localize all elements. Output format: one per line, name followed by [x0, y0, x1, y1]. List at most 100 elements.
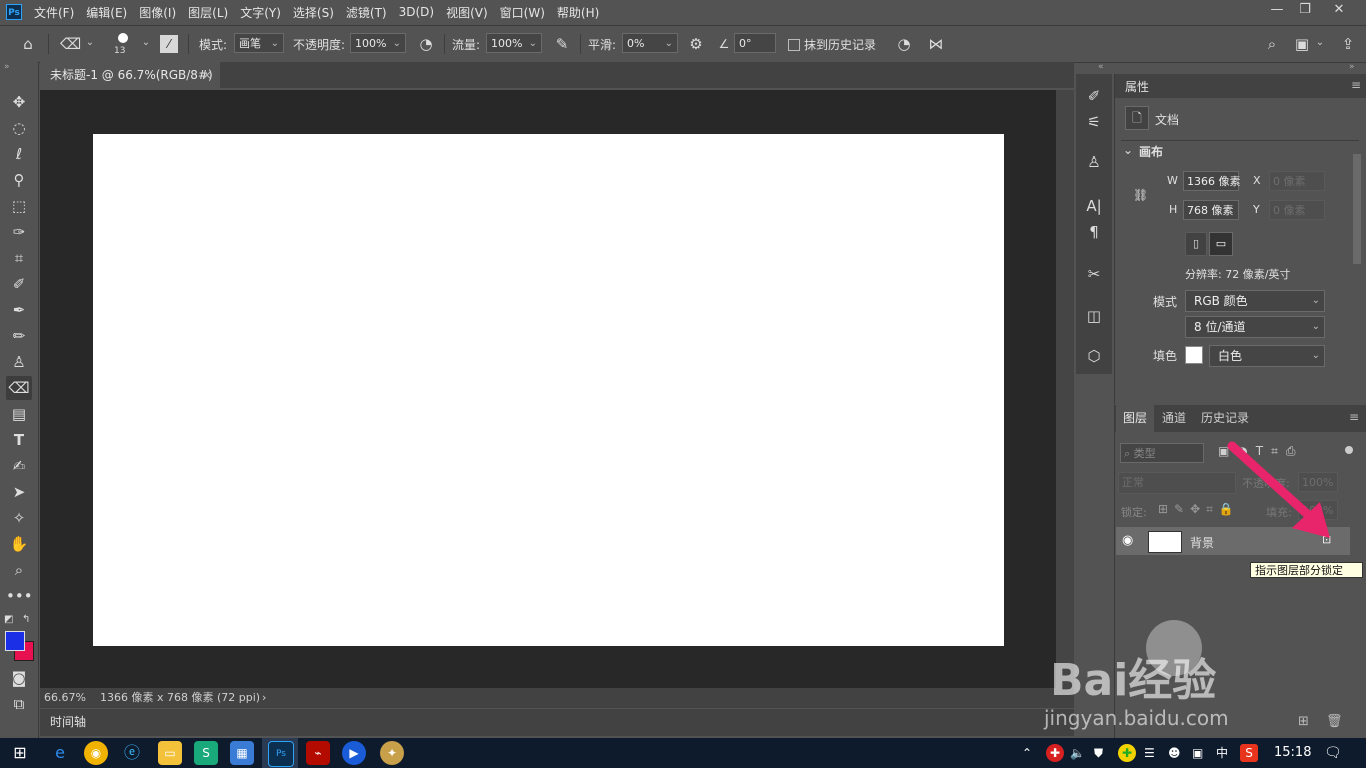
menu-type[interactable]: 文字(Y)	[240, 4, 281, 21]
collapse-icon[interactable]: «	[1098, 62, 1104, 72]
edge-browser-icon[interactable]: ⓔ	[120, 741, 144, 765]
chevron-down-icon[interactable]: ⌄	[82, 33, 98, 53]
opacity-field[interactable]: 100% ⌄	[350, 33, 406, 53]
panel-menu-icon[interactable]: ≡	[1349, 410, 1359, 424]
clock[interactable]: 15:18	[1274, 744, 1311, 762]
menu-help[interactable]: 帮助(H)	[557, 4, 599, 21]
erase-history-checkbox[interactable]	[788, 39, 800, 51]
menu-layer[interactable]: 图层(L)	[188, 4, 228, 21]
clone-stamp-tool-icon[interactable]: ♙	[6, 350, 32, 374]
brush-tool-icon[interactable]: ✒	[6, 298, 32, 322]
more-tools-icon[interactable]: •••	[6, 584, 33, 608]
smooth-field[interactable]: 0% ⌄	[622, 33, 678, 53]
pressure-opacity-icon[interactable]: ◔	[416, 34, 436, 54]
adjustments-panel-icon[interactable]: ⚟	[1078, 110, 1110, 134]
timeline-tab[interactable]: 时间轴	[50, 709, 86, 736]
gradient-tool-icon[interactable]: ▤	[6, 402, 32, 426]
filter-toggle-icon[interactable]	[1345, 446, 1353, 454]
app-tray-icon[interactable]: ✚	[1118, 744, 1136, 762]
landscape-icon[interactable]: ▭	[1209, 232, 1233, 256]
tools-panel-icon[interactable]: ✂	[1078, 262, 1110, 286]
foreground-color-swatch[interactable]	[5, 631, 25, 651]
zoom-level[interactable]: 66.67%	[44, 688, 86, 708]
eyedropper-tool-icon[interactable]: ✑	[6, 220, 32, 244]
qq-icon[interactable]: ☻	[1168, 744, 1181, 762]
symmetry-icon[interactable]: ⋈	[926, 34, 946, 54]
vertical-scrollbar[interactable]	[1056, 90, 1074, 688]
close-tab-icon[interactable]: ×	[202, 62, 212, 88]
wps-sheet-icon[interactable]: S	[194, 741, 218, 765]
flow-field[interactable]: 100% ⌄	[486, 33, 542, 53]
app-icon[interactable]: ✦	[380, 741, 404, 765]
y-field[interactable]: 0 像素	[1269, 200, 1325, 220]
swap-colors-icon[interactable]: ↰	[22, 614, 30, 625]
chevron-down-icon[interactable]: ⌄	[138, 33, 154, 53]
workspace-icon[interactable]: ▣	[1292, 34, 1312, 54]
collapse-icon[interactable]: »	[4, 62, 10, 72]
close-button[interactable]: ✕	[1324, 0, 1354, 20]
crop-tool-icon[interactable]: ⌗	[6, 246, 32, 270]
media-player-icon[interactable]: ▶	[342, 741, 366, 765]
document-tab[interactable]: 未标题-1 @ 66.7%(RGB/8#) ×	[40, 62, 220, 88]
gear-icon[interactable]: ⚙	[686, 34, 706, 54]
eraser-tool-icon[interactable]: ⌫	[6, 376, 32, 400]
bit-depth-select[interactable]: 8 位/通道 ⌄	[1185, 316, 1325, 338]
info-arrow-icon[interactable]: ›	[262, 688, 266, 708]
fill-select[interactable]: 白色 ⌄	[1209, 345, 1325, 367]
menu-edit[interactable]: 编辑(E)	[86, 4, 127, 21]
search-icon[interactable]: ⌕	[1262, 34, 1282, 54]
link-icon[interactable]: ⛓	[1133, 188, 1148, 202]
ime-indicator[interactable]: 中	[1216, 744, 1228, 762]
paragraph-panel-icon[interactable]: ¶	[1078, 220, 1110, 244]
airbrush-icon[interactable]: ✎	[552, 34, 572, 54]
screen-mode-icon[interactable]: ⧉	[6, 692, 32, 716]
chevron-down-icon[interactable]: ⌄	[1123, 143, 1133, 157]
shape-tool-icon[interactable]: ✧	[6, 506, 32, 530]
notification-icon[interactable]: 🗨	[1324, 744, 1342, 762]
blend-mode-select[interactable]: 正常	[1118, 472, 1236, 494]
quick-select-tool-icon[interactable]: ⚲	[6, 168, 32, 192]
3d-panel-icon[interactable]: ⬡	[1078, 344, 1110, 368]
portrait-icon[interactable]: ▯	[1185, 232, 1207, 256]
acrobat-icon[interactable]: ⌁	[306, 741, 330, 765]
path-select-tool-icon[interactable]: ➤	[6, 480, 32, 504]
sogou-ime-icon[interactable]: S	[1240, 744, 1258, 762]
type-tool-icon[interactable]: T	[6, 428, 32, 452]
home-icon[interactable]: ⌂	[18, 34, 38, 54]
default-colors-icon[interactable]: ◩	[4, 614, 13, 625]
wifi-icon[interactable]: ☰	[1144, 744, 1155, 762]
mode-select[interactable]: 画笔 ⌄	[234, 33, 284, 53]
lasso-tool-icon[interactable]: ℓ	[6, 142, 32, 166]
tray-expand-icon[interactable]: ⌃	[1022, 744, 1032, 762]
pressure-size-icon[interactable]: ◔	[894, 34, 914, 54]
quick-mask-icon[interactable]: ◙	[6, 666, 32, 690]
tab-layers[interactable]: 图层	[1116, 405, 1154, 432]
antivirus-icon[interactable]: ✚	[1046, 744, 1064, 762]
tab-channels[interactable]: 通道	[1156, 405, 1192, 432]
minimize-button[interactable]: —	[1262, 0, 1292, 20]
pen-tool-icon[interactable]: ✍	[6, 454, 32, 478]
menu-window[interactable]: 窗口(W)	[500, 4, 545, 21]
collapse-icon[interactable]: »	[1349, 62, 1355, 72]
share-icon[interactable]: ⇪	[1338, 34, 1358, 54]
hand-tool-icon[interactable]: ✋	[6, 532, 32, 556]
security-icon[interactable]: ⛊	[1094, 744, 1103, 762]
chrome-icon[interactable]: ◉	[84, 741, 108, 765]
menu-file[interactable]: 文件(F)	[34, 4, 74, 21]
restore-button[interactable]: ❐	[1290, 0, 1320, 20]
ie-browser-icon[interactable]: e	[48, 741, 72, 765]
libraries-panel-icon[interactable]: ◫	[1078, 304, 1110, 328]
brush-settings-icon[interactable]: ⁄	[160, 35, 178, 53]
pencil-tool-icon[interactable]: ✏	[6, 324, 32, 348]
properties-scrollbar[interactable]	[1353, 154, 1361, 264]
x-field[interactable]: 0 像素	[1269, 171, 1325, 191]
photoshop-logo[interactable]: Ps	[6, 4, 22, 20]
chevron-down-icon[interactable]: ⌄	[1312, 33, 1328, 53]
zoom-tool-icon[interactable]: ⌕	[6, 558, 32, 582]
angle-field[interactable]: 0°	[734, 33, 776, 53]
character-panel-icon[interactable]: A|	[1078, 194, 1110, 218]
width-field[interactable]: 1366 像素	[1183, 171, 1241, 191]
menu-image[interactable]: 图像(I)	[139, 4, 176, 21]
color-mode-select[interactable]: RGB 颜色 ⌄	[1185, 290, 1325, 312]
menu-select[interactable]: 选择(S)	[293, 4, 334, 21]
